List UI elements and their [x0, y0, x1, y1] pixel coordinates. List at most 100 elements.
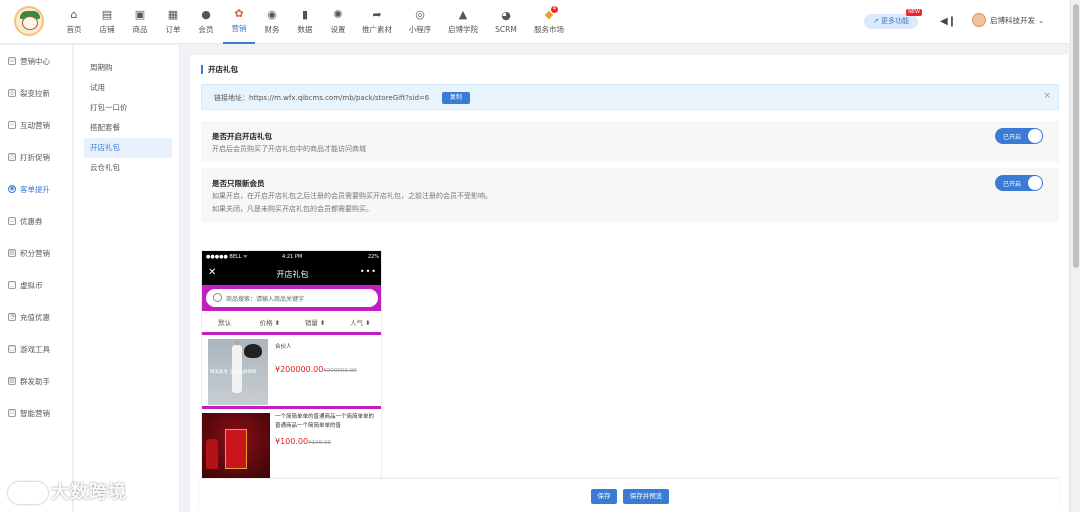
sidebar-item-virtual-coin[interactable]: ◌ 虚拟币 — [0, 269, 72, 301]
setting-desc: 如果开启，在开启开店礼包之后注册的会员需要购买开店礼包，之前注册的会员不受影响。 — [212, 192, 492, 200]
nav-member[interactable]: ● 会员 — [190, 0, 222, 44]
nav-home[interactable]: ⌂ 首页 — [58, 0, 90, 44]
fission-icon: ◎ — [8, 89, 16, 97]
game-icon: ▢ — [8, 345, 16, 353]
sidebar-item-discount[interactable]: ◷ 打折促销 — [0, 141, 72, 173]
discount-icon: ◷ — [8, 153, 16, 161]
phone-search-bar: 商品搜索：请输入商品关键字 — [202, 285, 381, 311]
copy-button[interactable]: 复制 — [442, 92, 470, 104]
product-image — [202, 413, 270, 479]
interactive-icon: ☆ — [8, 121, 16, 129]
subnav-store-gift[interactable]: 开店礼包 — [84, 138, 172, 158]
subnav-combo-package[interactable]: 搭配套餐 — [84, 118, 172, 138]
save-preview-button[interactable]: 保存并预览 — [623, 489, 669, 504]
chevron-down-icon: ⌄ — [1038, 15, 1045, 25]
home-icon: ⌂ — [70, 8, 78, 21]
nav-marketing[interactable]: ✿ 营销 — [223, 0, 255, 44]
setting-title: 是否只限新会员 — [212, 179, 265, 188]
nav-academy[interactable]: ▲ 启博学院 — [441, 0, 485, 44]
new-badge: NEW — [906, 9, 922, 16]
subnav-cloud-gift[interactable]: 云仓礼包 — [84, 158, 172, 178]
recharge-icon: ◔ — [8, 313, 16, 321]
product-item: 一个简简单单的普通商品一个简简单单的普通商品一个简简单单的普 ¥100.00¥1… — [202, 409, 381, 479]
goods-icon: ▣ — [134, 8, 146, 21]
sidebar-primary: ☑ 营销中心 ◎ 裂变拉新 ☆ 互动营销 ◷ 打折促销 ◉ 客单提升 ▭ 优惠券 ▤ 积分营销… — [0, 45, 73, 512]
logo[interactable] — [14, 6, 44, 36]
nav-service-market[interactable]: ◆ 4 服务市场 — [527, 0, 571, 44]
broadcast-icon: ▧ — [8, 377, 16, 385]
product-item: 精美瓶身 全新品质保障 合伙人 ¥200000.00¥200000.00 — [202, 335, 381, 405]
sidebar-item-game[interactable]: ▢ 游戏工具 — [0, 333, 72, 365]
setting-title: 是否开启开店礼包 — [212, 132, 272, 141]
close-icon[interactable]: × — [1043, 91, 1051, 101]
marketing-icon: ✿ — [234, 7, 244, 20]
main-nav: ⌂ 首页 ▤ 店铺 ▣ 商品 ▦ 订单 ● 会员 ✿ 营销 ◉ 财务 ▮ 数据 ✺ 设置 ➦ 推广素… — [58, 0, 572, 44]
miniapp-icon: ◎ — [415, 8, 425, 21]
setting-new-members-only: 是否只限新会员 如果开启，在开启开店礼包之后注册的会员需要购买开店礼包，之前注册… — [201, 168, 1059, 222]
order-boost-icon: ◉ — [8, 185, 16, 193]
order-icon: ▦ — [167, 8, 179, 21]
rocket-icon: ➚ — [872, 17, 882, 25]
member-icon: ● — [201, 8, 211, 21]
notification-badge: 4 — [551, 6, 558, 13]
nav-goods[interactable]: ▣ 商品 — [124, 0, 156, 44]
more-features-button[interactable]: ➚ 更多功能 NEW — [864, 9, 922, 29]
share-icon: ➦ — [372, 8, 382, 21]
save-bar: 保存 保存并预览 — [200, 478, 1060, 512]
avatar — [972, 13, 986, 27]
setting-desc: 开启后会员购买了开店礼包中的商品才能访问商城 — [212, 145, 366, 153]
sidebar-item-interactive[interactable]: ☆ 互动营销 — [0, 109, 72, 141]
nav-data[interactable]: ▮ 数据 — [289, 0, 321, 44]
subnav-trial[interactable]: 试用 — [84, 78, 172, 98]
scrm-icon: ◕ — [501, 9, 511, 22]
data-icon: ▮ — [301, 8, 309, 21]
nav-promo-material[interactable]: ➦ 推广素材 — [355, 0, 399, 44]
marketing-center-icon: ☑ — [8, 57, 16, 65]
watermark-logo-icon — [8, 482, 48, 504]
sidebar-item-order-boost[interactable]: ◉ 客单提升 — [0, 173, 72, 205]
save-button[interactable]: 保存 — [591, 489, 617, 504]
link-address: 链接地址：https://m.wfx.qibcms.com/mb/pack/st… — [214, 94, 430, 102]
more-icon: ••• — [359, 267, 377, 276]
nav-miniapp[interactable]: ◎ 小程序 — [400, 0, 440, 44]
link-notice: 链接地址：https://m.wfx.qibcms.com/mb/pack/st… — [201, 84, 1059, 110]
enable-gift-toggle[interactable]: 已开启 — [995, 128, 1043, 144]
sidebar-item-broadcast[interactable]: ▧ 群发助手 — [0, 365, 72, 397]
top-navbar: ⌂ 首页 ▤ 店铺 ▣ 商品 ▦ 订单 ● 会员 ✿ 营销 ◉ 财务 ▮ 数据 ✺ 设置 ➦ 推广素… — [0, 0, 1070, 44]
sidebar-item-marketing-center[interactable]: ☑ 营销中心 — [0, 45, 72, 77]
nav-settings[interactable]: ✺ 设置 — [322, 0, 354, 44]
page-scrollbar[interactable] — [1070, 0, 1080, 512]
settings-icon: ✺ — [333, 8, 343, 21]
nav-finance[interactable]: ◉ 财务 — [256, 0, 288, 44]
new-members-toggle[interactable]: 已开启 — [995, 175, 1043, 191]
sidebar-secondary: 周期购 试用 打包一口价 搭配套餐 开店礼包 云仓礼包 — [74, 45, 180, 512]
sidebar-item-smart[interactable]: ☖ 智能营销 — [0, 397, 72, 429]
phone-status-bar: ●●●●● BELL ᯤ 4:21 PM 22% — [202, 251, 381, 263]
store-icon: ▤ — [101, 8, 113, 21]
setting-desc: 如果关闭，凡是未购买开店礼包的会员都需要购买。 — [212, 205, 373, 213]
phone-preview: ●●●●● BELL ᯤ 4:21 PM 22% ✕ 开店礼包 ••• 商品搜索… — [201, 250, 382, 512]
subnav-bundle-price[interactable]: 打包一口价 — [84, 98, 172, 118]
search-icon — [213, 293, 222, 302]
nav-scrm[interactable]: ◕ SCRM — [486, 0, 526, 44]
academy-icon: ▲ — [458, 8, 468, 21]
search-placeholder: 商品搜索：请输入商品关键字 — [226, 296, 305, 303]
finance-icon: ◉ — [267, 8, 277, 21]
virtual-coin-icon: ◌ — [8, 281, 16, 289]
nav-store[interactable]: ▤ 店铺 — [91, 0, 123, 44]
sidebar-item-recharge[interactable]: ◔ 充值优惠 — [0, 301, 72, 333]
product-image: 精美瓶身 全新品质保障 — [208, 339, 268, 405]
page-title: 开店礼包 — [201, 65, 238, 74]
speaker-icon[interactable]: ◀❙ — [940, 16, 956, 27]
sidebar-item-fission[interactable]: ◎ 裂变拉新 — [0, 77, 72, 109]
user-menu[interactable]: 启博科技开发 ⌄ — [972, 13, 1044, 27]
phone-header: ✕ 开店礼包 ••• — [202, 263, 381, 285]
sidebar-item-points[interactable]: ▤ 积分营销 — [0, 237, 72, 269]
setting-enable-gift: 是否开启开店礼包 开启后会员购买了开店礼包中的商品才能访问商城 已开启 — [201, 121, 1059, 162]
watermark: 大数跨境 — [8, 478, 127, 504]
points-icon: ▤ — [8, 249, 16, 257]
subnav-cycle-buy[interactable]: 周期购 — [84, 58, 172, 78]
nav-order[interactable]: ▦ 订单 — [157, 0, 189, 44]
main-content: 开店礼包 链接地址：https://m.wfx.qibcms.com/mb/pa… — [190, 55, 1068, 512]
sidebar-item-coupon[interactable]: ▭ 优惠券 — [0, 205, 72, 237]
